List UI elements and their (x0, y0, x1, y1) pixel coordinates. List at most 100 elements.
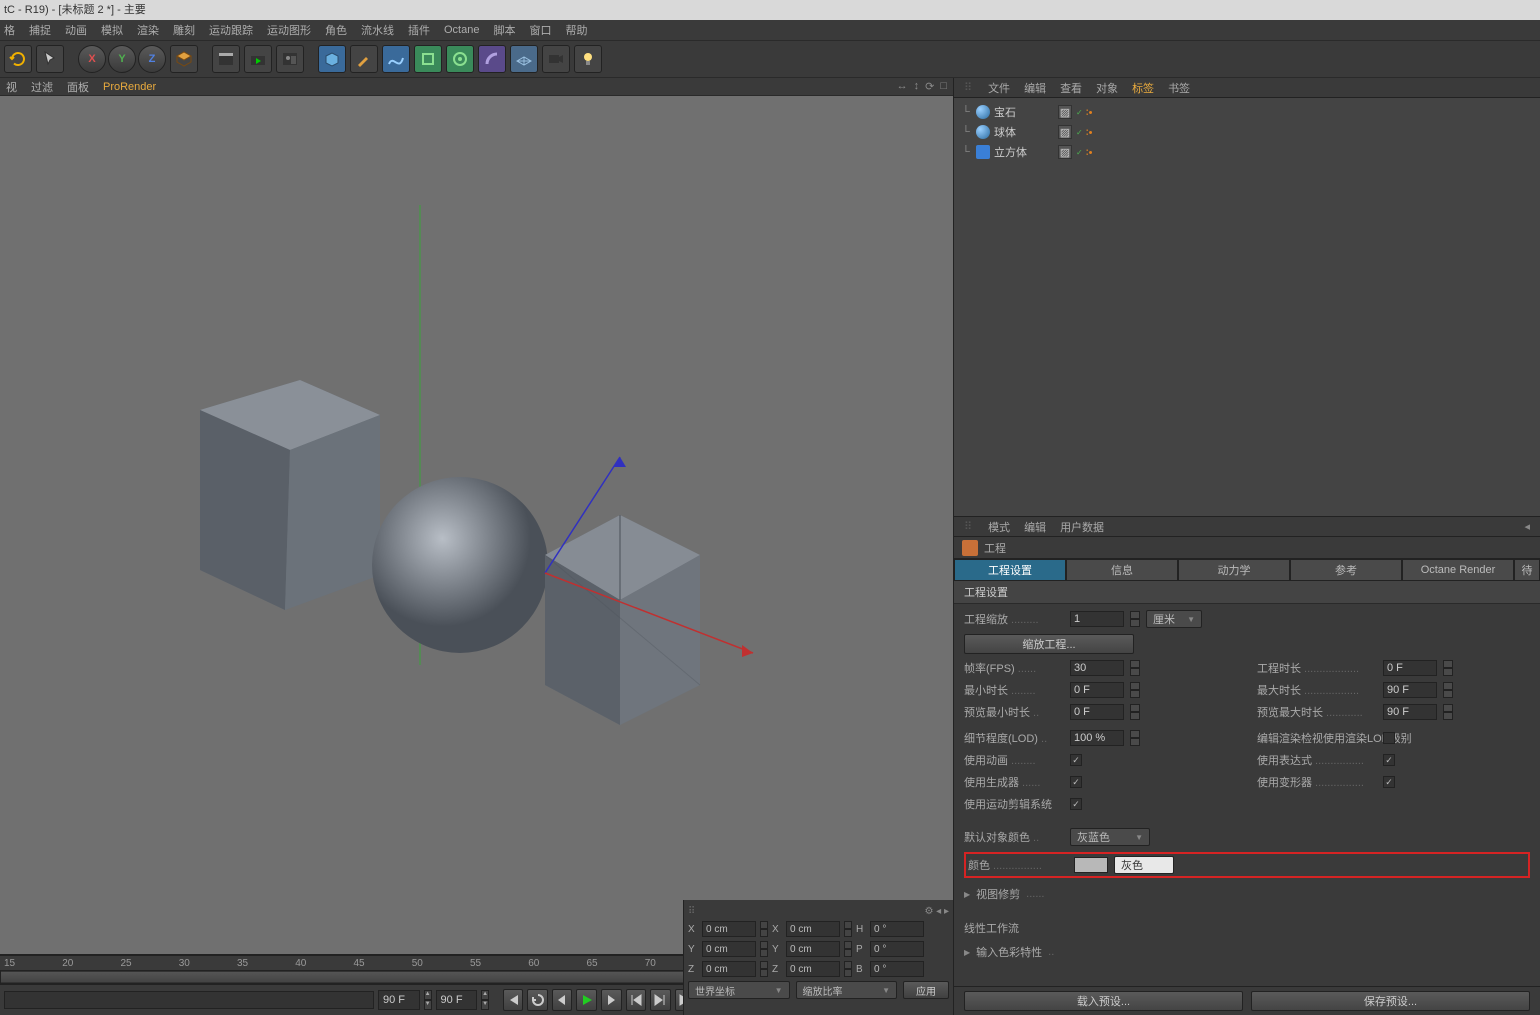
next-key-icon[interactable] (650, 989, 671, 1011)
color-dropdown[interactable]: 灰色 (1114, 856, 1174, 874)
panel-tab[interactable]: 对象 (1096, 80, 1118, 96)
use-deformers-checkbox[interactable]: ✓ (1383, 776, 1395, 788)
menu-item[interactable]: 运动图形 (267, 22, 311, 38)
render-settings-icon[interactable] (244, 45, 272, 73)
unit-dropdown[interactable]: 厘米▼ (1146, 610, 1202, 628)
menu-item[interactable]: 流水线 (361, 22, 394, 38)
visibility-toggle[interactable]: ✓ (1076, 108, 1082, 117)
array-icon[interactable] (446, 45, 474, 73)
menu-item[interactable]: 雕刻 (173, 22, 195, 38)
menu-item[interactable]: 脚本 (493, 22, 515, 38)
pointer-icon[interactable] (36, 45, 64, 73)
tag-icon[interactable]: ∶• (1086, 106, 1093, 119)
axis-x-toggle[interactable]: X (78, 45, 106, 73)
spline-icon[interactable] (382, 45, 410, 73)
maximize-icon[interactable]: □ (940, 80, 947, 93)
panel-tab[interactable]: 查看 (1060, 80, 1082, 96)
coord-mode-dropdown[interactable]: 缩放比率▼ (796, 981, 898, 999)
tree-item-gem[interactable]: └ 宝石 ▨ ✓ ∶• (954, 102, 1540, 122)
viewport-menu-item[interactable]: 过滤 (31, 79, 53, 95)
spinner-icon[interactable]: ▲▼ (424, 990, 432, 1010)
pos-y-field[interactable]: 0 cm (702, 941, 756, 957)
play-icon[interactable] (576, 989, 597, 1011)
project-length-field[interactable]: 0 F (1383, 660, 1437, 676)
layer-toggle[interactable]: ▨ (1058, 125, 1072, 139)
menu-item[interactable]: 动画 (65, 22, 87, 38)
panel-tab[interactable]: 模式 (988, 519, 1010, 535)
preview-max-field[interactable]: 90 F (1383, 704, 1437, 720)
menu-item[interactable]: 角色 (325, 22, 347, 38)
timeline-powerslider[interactable] (4, 991, 374, 1009)
input-color-expander[interactable]: ▶输入色彩特性 .. (964, 942, 1530, 962)
apply-button[interactable]: 应用 (903, 981, 949, 999)
max-frame-field[interactable]: 90 F (1383, 682, 1437, 698)
menu-item[interactable]: 窗口 (529, 22, 551, 38)
camera-icon[interactable] (542, 45, 570, 73)
tab-dynamics[interactable]: 动力学 (1178, 559, 1290, 581)
tab-octane[interactable]: Octane Render (1402, 559, 1514, 581)
panel-tab[interactable]: 用户数据 (1060, 519, 1104, 535)
lod-edit-checkbox[interactable] (1383, 732, 1395, 744)
tree-item-sphere[interactable]: └ 球体 ▨ ✓ ∶• (954, 122, 1540, 142)
project-scale-field[interactable]: 1 (1070, 611, 1124, 627)
next-frame-icon[interactable] (601, 989, 622, 1011)
nav-back-icon[interactable]: ◂ (1524, 520, 1530, 533)
axis-y-toggle[interactable]: Y (108, 45, 136, 73)
light-icon[interactable] (574, 45, 602, 73)
3d-viewport[interactable] (0, 96, 953, 955)
layer-toggle[interactable]: ▨ (1058, 105, 1072, 119)
menu-item[interactable]: 帮助 (565, 22, 587, 38)
deformer-icon[interactable] (414, 45, 442, 73)
tree-item-cube[interactable]: └ 立方体 ▨ ✓ ∶• (954, 142, 1540, 162)
size-x-field[interactable]: 0 cm (786, 921, 840, 937)
panel-tab[interactable]: 编辑 (1024, 519, 1046, 535)
loop-icon[interactable] (527, 989, 548, 1011)
panel-tab[interactable]: 编辑 (1024, 80, 1046, 96)
goto-start-icon[interactable] (503, 989, 524, 1011)
menu-item[interactable]: 渲染 (137, 22, 159, 38)
coordinate-system-icon[interactable] (170, 45, 198, 73)
scale-project-button[interactable]: 缩放工程... (964, 634, 1134, 654)
tab-pending[interactable]: 待 (1514, 559, 1540, 581)
zoom-icon[interactable]: ↕ (914, 80, 920, 93)
pen-icon[interactable] (350, 45, 378, 73)
spinner-icon[interactable] (1130, 611, 1140, 627)
viewport-menu-item[interactable]: 面板 (67, 79, 89, 95)
fps-field[interactable]: 30 (1070, 660, 1124, 676)
use-generators-checkbox[interactable]: ✓ (1070, 776, 1082, 788)
viewport-menu-item[interactable]: 视 (6, 79, 17, 95)
visibility-toggle[interactable]: ✓ (1076, 148, 1082, 157)
axis-z-toggle[interactable]: Z (138, 45, 166, 73)
panel-tab[interactable]: 标签 (1132, 80, 1154, 96)
lod-field[interactable]: 100 % (1070, 730, 1124, 746)
timeline-end-field[interactable]: 90 F (436, 990, 478, 1010)
tab-project-settings[interactable]: 工程设置 (954, 559, 1066, 581)
pos-z-field[interactable]: 0 cm (702, 961, 756, 977)
picture-viewer-icon[interactable] (276, 45, 304, 73)
viewport-menu-prorender[interactable]: ProRender (103, 81, 156, 93)
render-clapper-icon[interactable] (212, 45, 240, 73)
visibility-toggle[interactable]: ✓ (1076, 128, 1082, 137)
color-swatch[interactable] (1074, 857, 1108, 873)
timeline-start-field[interactable]: 90 F (378, 990, 420, 1010)
default-color-dropdown[interactable]: 灰蓝色▼ (1070, 828, 1150, 846)
pos-x-field[interactable]: 0 cm (702, 921, 756, 937)
load-preset-button[interactable]: 载入预设... (964, 991, 1243, 1011)
gear-icon[interactable]: ⚙ ◂ ▸ (924, 906, 949, 917)
undo-icon[interactable] (4, 45, 32, 73)
prev-frame-icon[interactable] (552, 989, 573, 1011)
pan-icon[interactable]: ↔ (897, 80, 908, 93)
panel-tab[interactable]: 书签 (1168, 80, 1190, 96)
tab-reference[interactable]: 参考 (1290, 559, 1402, 581)
tag-icon[interactable]: ∶• (1086, 126, 1093, 139)
rot-p-field[interactable]: 0 ° (870, 941, 924, 957)
layer-toggle[interactable]: ▨ (1058, 145, 1072, 159)
size-y-field[interactable]: 0 cm (786, 941, 840, 957)
rot-b-field[interactable]: 0 ° (870, 961, 924, 977)
coord-system-dropdown[interactable]: 世界坐标▼ (688, 981, 790, 999)
min-frame-field[interactable]: 0 F (1070, 682, 1124, 698)
menu-item[interactable]: 模拟 (101, 22, 123, 38)
primitive-cube-icon[interactable] (318, 45, 346, 73)
tab-info[interactable]: 信息 (1066, 559, 1178, 581)
spinner-icon[interactable]: ▲▼ (481, 990, 489, 1010)
